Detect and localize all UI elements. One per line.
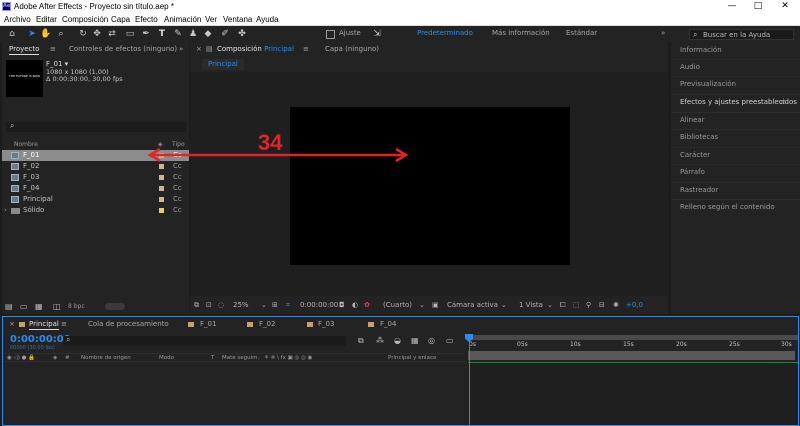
comp-color-swatch: [19, 322, 25, 327]
divider: [671, 164, 800, 165]
column-t[interactable]: T: [211, 354, 214, 362]
shy-icon[interactable]: ◒: [394, 336, 401, 345]
timeline-search-input[interactable]: ⌕: [63, 335, 346, 346]
ruler-tick: 30s: [781, 341, 792, 348]
close-tab-icon[interactable]: ×: [9, 320, 15, 329]
comp-color-swatch: [307, 322, 313, 327]
divider: [671, 129, 800, 130]
panel-parrafo[interactable]: Párrafo: [680, 168, 705, 177]
column-parent[interactable]: Principal y enlace: [388, 354, 436, 362]
divider: [671, 94, 800, 95]
frame-blending-icon[interactable]: ▦: [411, 336, 419, 345]
timeline-current-time[interactable]: 0:00:00:00: [10, 334, 71, 345]
panel-previsualizacion[interactable]: Previsualización: [680, 80, 736, 89]
work-area-bar[interactable]: [468, 351, 795, 360]
panel-bibliotecas[interactable]: Bibliotecas: [680, 133, 718, 142]
column-mode[interactable]: Modo: [159, 354, 174, 362]
tab-f02[interactable]: F_02: [259, 320, 275, 329]
tab-f01[interactable]: F_01: [200, 320, 216, 329]
ruler-tick: 10s: [570, 341, 581, 348]
ruler-tick: 05s: [517, 341, 528, 348]
timeline-frame-count: 00000 (30.00 fps): [10, 345, 55, 351]
tab-principal[interactable]: Principal: [29, 320, 59, 330]
divider: [671, 59, 800, 60]
graph-editor-icon[interactable]: ▭: [446, 336, 454, 345]
eye-icon[interactable]: ◉ ◁) ● 🔒: [7, 354, 35, 362]
tab-f04[interactable]: F_04: [380, 320, 396, 329]
timeline-column-header: ◉ ◁) ● 🔒 ◈ # Nombre de origen Modo T Mat…: [3, 353, 465, 362]
ruler-tick: 15s: [623, 341, 634, 348]
motion-blur-icon[interactable]: ◎: [428, 336, 435, 345]
effects-panel-menu-icon[interactable]: ≡: [780, 98, 786, 107]
comp-color-swatch: [188, 322, 194, 327]
ruler-tick: 25s: [729, 341, 740, 348]
divider: [671, 147, 800, 148]
panel-audio[interactable]: Audio: [680, 63, 700, 72]
panel-relleno[interactable]: Relleno según el contenido: [680, 203, 775, 212]
column-source-name[interactable]: Nombre de origen: [81, 354, 131, 362]
layer-list-area[interactable]: [3, 363, 466, 425]
comp-flowchart-icon[interactable]: ⧉: [358, 336, 364, 346]
draft-3d-icon[interactable]: ⁂: [376, 336, 384, 345]
layer-number-column: #: [65, 355, 70, 361]
timeline-panel: × Principal ≡ Cola de procesamiento F_01…: [2, 316, 799, 426]
timeline-menu-icon[interactable]: ≡: [61, 320, 67, 329]
timeline-track-area[interactable]: [468, 362, 798, 425]
comp-color-swatch: [368, 322, 374, 327]
divider: [671, 112, 800, 113]
panel-alinear[interactable]: Alinear: [680, 116, 705, 125]
divider: [671, 199, 800, 200]
annotation-number: 34: [258, 130, 283, 155]
layer-switches-icons[interactable]: ⚘ ✲ \ fx ▣ ◎ ◎ ◉: [264, 354, 312, 362]
label-column-icon[interactable]: ◈: [53, 354, 57, 362]
playhead[interactable]: [469, 335, 470, 426]
tab-cola-procesamiento[interactable]: Cola de procesamiento: [88, 320, 169, 329]
search-icon: ⌕: [66, 335, 71, 344]
right-side-panel: Información Audio Previsualización Efect…: [671, 42, 800, 314]
panel-rastreador[interactable]: Rastreador: [680, 186, 718, 195]
time-navigator[interactable]: [468, 335, 798, 340]
divider: [671, 182, 800, 183]
ruler-tick: 0s: [469, 341, 476, 348]
tab-f03[interactable]: F_03: [318, 320, 334, 329]
column-track-matte[interactable]: Mate seguim.: [222, 354, 259, 362]
divider: [671, 76, 800, 77]
panel-informacion[interactable]: Información: [680, 46, 722, 55]
panel-caracter[interactable]: Carácter: [680, 151, 710, 160]
comp-color-swatch: [247, 322, 253, 327]
ruler-tick: 20s: [676, 341, 687, 348]
time-ruler[interactable]: 0s 05s 10s 15s 20s 25s 30s: [468, 335, 798, 351]
